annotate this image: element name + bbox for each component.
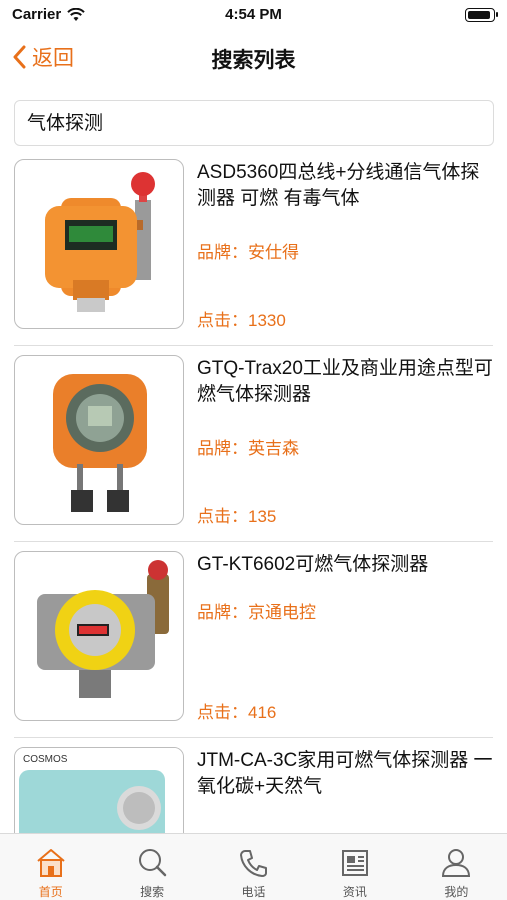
product-thumbnail: [14, 551, 184, 721]
clock: 4:54 PM: [225, 6, 282, 23]
product-title[interactable]: JTM-CA-3C家用可燃气体探测器 一氧化碳+天然气: [197, 748, 497, 800]
news-icon: [341, 850, 368, 876]
list-item[interactable]: COSMOS JTM-CA-3C家用可燃气体探测器 一氧化碳+天然气: [0, 738, 507, 833]
product-title[interactable]: GTQ-Trax20工业及商业用途点型可燃气体探测器: [197, 356, 497, 408]
battery-icon: [465, 8, 498, 22]
product-title[interactable]: GT-KT6602可燃气体探测器: [197, 552, 497, 578]
product-click-count: 点击：416: [197, 703, 277, 722]
tab-label: 我的: [444, 885, 469, 899]
tab-home[interactable]: 首页: [0, 834, 101, 900]
tab-bar: 首页 搜索 电话 资讯 我的: [0, 833, 507, 900]
tab-label: 资讯: [342, 885, 367, 899]
product-list[interactable]: ASD5360四总线+分线通信气体探测器 可燃 有毒气体 品牌：安仕得 点击：1…: [0, 150, 507, 833]
search-icon: [139, 849, 167, 877]
list-item[interactable]: ASD5360四总线+分线通信气体探测器 可燃 有毒气体 品牌：安仕得 点击：1…: [0, 150, 507, 346]
tab-profile[interactable]: 我的: [406, 834, 507, 900]
tab-label: 电话: [241, 885, 266, 899]
tab-news[interactable]: 资讯: [304, 834, 405, 900]
product-brand: 品牌：英吉森: [197, 439, 299, 458]
list-item[interactable]: GT-KT6602可燃气体探测器 品牌：京通电控 点击：416: [0, 542, 507, 738]
navigation-bar: 返回 搜索列表: [0, 30, 507, 86]
tab-phone[interactable]: 电话: [203, 834, 304, 900]
product-title[interactable]: ASD5360四总线+分线通信气体探测器 可燃 有毒气体: [197, 160, 497, 212]
product-brand: 品牌：京通电控: [197, 603, 316, 622]
product-click-count: 点击：135: [197, 507, 277, 526]
tab-search[interactable]: 搜索: [101, 834, 202, 900]
product-click-count: 点击：1330: [197, 311, 286, 330]
product-thumbnail: [14, 159, 184, 329]
tab-label: 首页: [38, 885, 63, 899]
profile-icon: [442, 849, 471, 877]
status-bar: Carrier 4:54 PM: [0, 0, 507, 30]
product-brand: 品牌：安仕得: [197, 243, 299, 262]
home-icon: [37, 849, 65, 877]
product-thumbnail: COSMOS: [14, 747, 184, 833]
phone-icon: [239, 850, 267, 877]
search-input[interactable]: 气体探测: [14, 100, 494, 146]
product-thumbnail: [14, 355, 184, 525]
page-title: 搜索列表: [211, 49, 296, 72]
product-thumbnail-brand: COSMOS: [23, 754, 68, 765]
tab-label: 搜索: [140, 885, 165, 899]
list-item[interactable]: GTQ-Trax20工业及商业用途点型可燃气体探测器 品牌：英吉森 点击：135: [0, 346, 507, 542]
